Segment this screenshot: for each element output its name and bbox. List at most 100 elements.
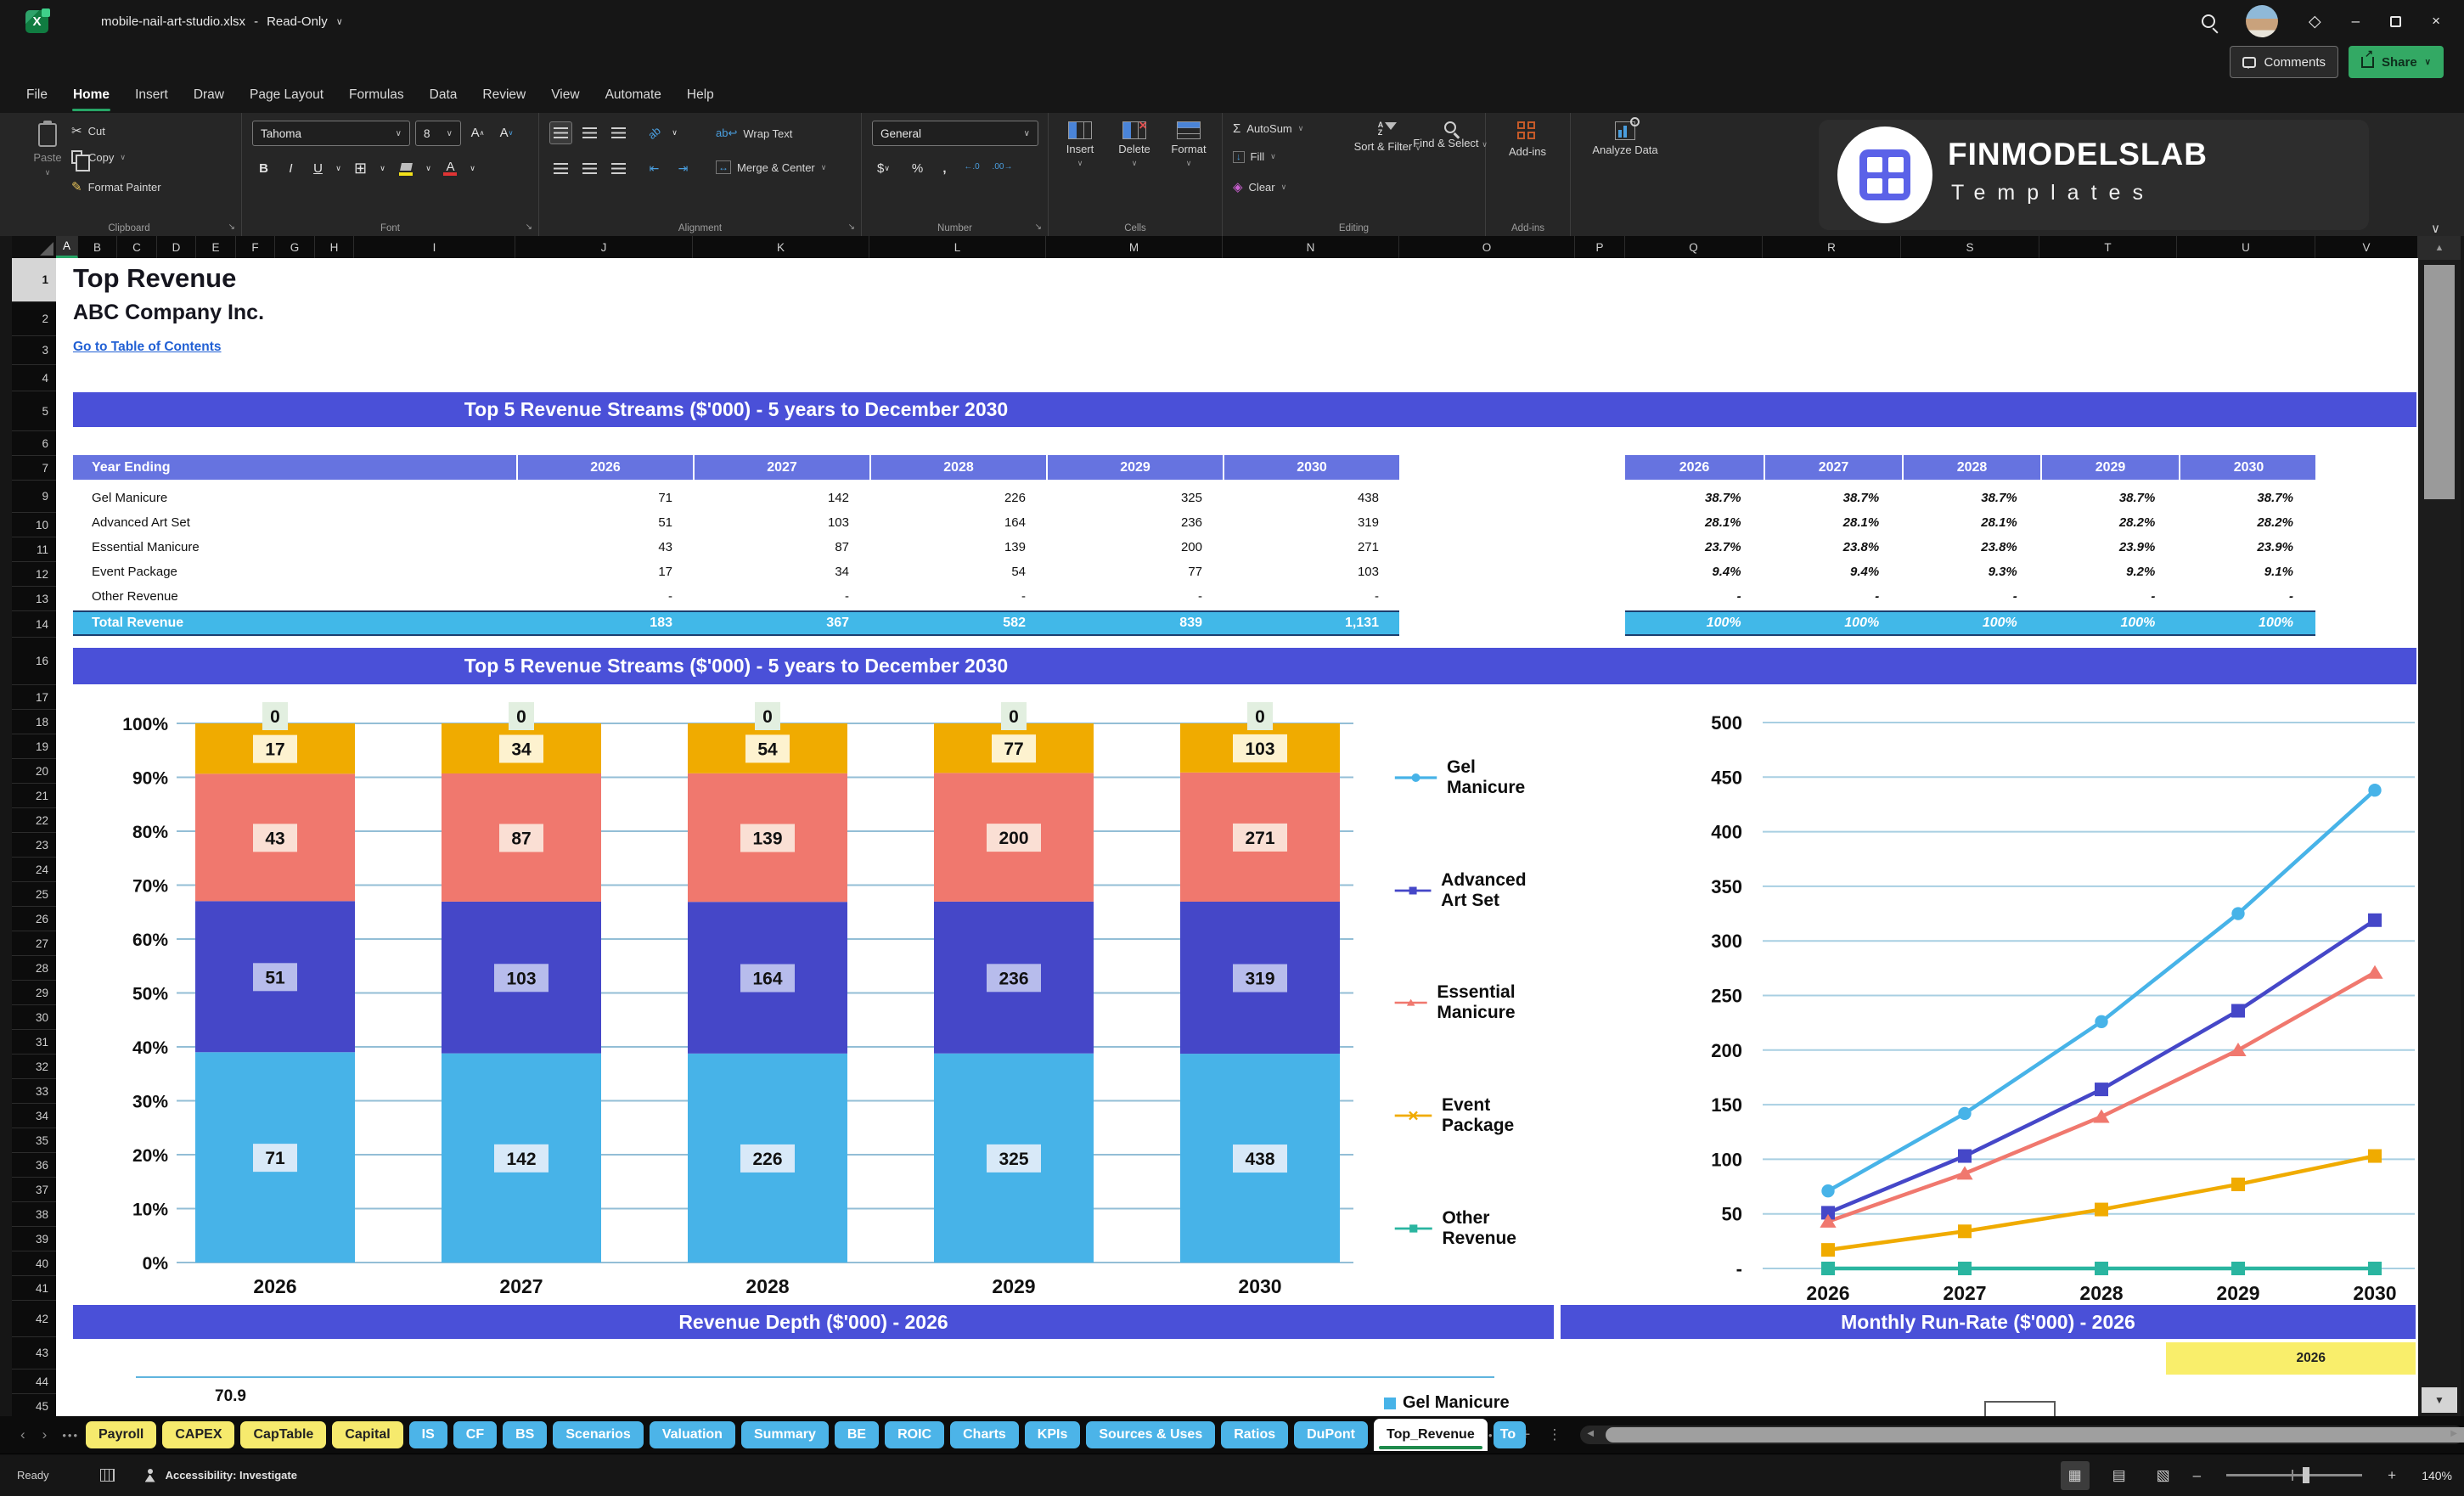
column-header-I[interactable]: I <box>354 236 515 258</box>
row-header-14[interactable]: 14 <box>12 611 56 638</box>
tab-bs[interactable]: BS <box>503 1421 548 1448</box>
font-family-select[interactable]: Tahoma ∨ <box>252 121 410 146</box>
row-header-40[interactable]: 40 <box>12 1251 56 1276</box>
avatar[interactable] <box>2245 5 2278 37</box>
tab-valuation[interactable]: Valuation <box>649 1421 735 1448</box>
sort-filter-button[interactable]: AZ Sort & Filter ∨ <box>1354 121 1421 155</box>
row-header-28[interactable]: 28 <box>12 956 56 981</box>
format-painter-button[interactable]: ✎ Format Painter <box>71 179 161 194</box>
row-header-36[interactable]: 36 <box>12 1153 56 1178</box>
column-header-K[interactable]: K <box>693 236 869 258</box>
column-header-T[interactable]: T <box>2039 236 2177 258</box>
tabs-more-left-icon[interactable]: ••• <box>55 1429 86 1442</box>
row-header-19[interactable]: 19 <box>12 734 56 759</box>
column-header-U[interactable]: U <box>2177 236 2315 258</box>
row-header-29[interactable]: 29 <box>12 981 56 1005</box>
row-header-22[interactable]: 22 <box>12 808 56 833</box>
number-dialog-launcher[interactable]: ↘ <box>1035 222 1042 232</box>
borders-button[interactable]: ⊞ <box>349 157 372 180</box>
tab-ratios[interactable]: Ratios <box>1221 1421 1289 1448</box>
row-header-3[interactable]: 3 <box>12 336 56 365</box>
align-bottom-icon[interactable] <box>607 121 630 144</box>
row-header-35[interactable]: 35 <box>12 1128 56 1153</box>
row-header-31[interactable]: 31 <box>12 1030 56 1055</box>
excel-app-icon[interactable]: X <box>25 8 50 33</box>
percent-button[interactable]: % <box>906 157 929 180</box>
font-color-chevron[interactable]: ∨ <box>461 157 484 180</box>
insert-cells-button[interactable]: Insert ∨ <box>1054 121 1106 168</box>
grow-font-button[interactable]: A ∧ <box>466 121 489 144</box>
horizontal-scrollbar[interactable]: ◀ ▶ <box>1580 1426 2464 1444</box>
font-size-select[interactable]: 8 ∨ <box>415 121 461 146</box>
sheet-area[interactable]: Top Revenue ABC Company Inc. Go to Table… <box>56 258 2418 1416</box>
delete-cells-button[interactable]: Delete ∨ <box>1108 117 1161 168</box>
legend-entry-essential-manicure[interactable]: Essential Manicure <box>1394 982 1536 1023</box>
row-header-11[interactable]: 11 <box>12 537 56 562</box>
increase-decimal-button[interactable]: ←.0 <box>960 155 983 178</box>
font-dialog-launcher[interactable]: ↘ <box>526 222 532 232</box>
underline-options-chevron[interactable]: ∨ <box>327 157 350 180</box>
row-header-12[interactable]: 12 <box>12 562 56 587</box>
copy-button[interactable]: Copy ∨ <box>71 150 126 172</box>
row-header-21[interactable]: 21 <box>12 784 56 808</box>
wrap-text-button[interactable]: ab↩ Wrap Text <box>716 127 792 140</box>
fill-button[interactable]: ↓ Fill ∨ <box>1233 150 1276 163</box>
tab-top-revenue[interactable]: Top_Revenue <box>1374 1419 1488 1451</box>
column-header-O[interactable]: O <box>1399 236 1575 258</box>
tab-capex[interactable]: CAPEX <box>162 1421 235 1448</box>
tab-be[interactable]: BE <box>834 1421 880 1448</box>
column-header-L[interactable]: L <box>869 236 1046 258</box>
tabs-menu-icon[interactable]: ⋮ <box>1539 1426 1570 1443</box>
row-header-38[interactable]: 38 <box>12 1202 56 1227</box>
row-header-5[interactable]: 5 <box>12 391 56 431</box>
column-header-V[interactable]: V <box>2315 236 2418 258</box>
row-header-43[interactable]: 43 <box>12 1337 56 1369</box>
page-layout-view-icon[interactable]: ▤ <box>2105 1461 2134 1490</box>
tabs-scroll-right-icon[interactable]: › <box>34 1426 56 1443</box>
tab-sources-uses[interactable]: Sources & Uses <box>1086 1421 1216 1448</box>
row-header-17[interactable]: 17 <box>12 685 56 710</box>
tab-payroll[interactable]: Payroll <box>86 1421 157 1448</box>
column-header-M[interactable]: M <box>1046 236 1223 258</box>
menu-draw[interactable]: Draw <box>181 82 237 108</box>
menu-view[interactable]: View <box>538 82 592 108</box>
legend-entry-event-package[interactable]: Event Package <box>1394 1095 1530 1136</box>
clear-button[interactable]: ◈ Clear ∨ <box>1233 179 1286 194</box>
increase-indent-icon[interactable]: ⇥ <box>672 157 695 180</box>
column-header-E[interactable]: E <box>196 236 236 258</box>
align-top-icon[interactable] <box>549 121 572 144</box>
menu-home[interactable]: Home <box>60 82 122 111</box>
autosum-button[interactable]: Σ AutoSum ∨ <box>1233 121 1303 136</box>
find-select-button[interactable]: Find & Select ∨ <box>1413 121 1488 151</box>
tab-roic[interactable]: ROIC <box>885 1421 945 1448</box>
row-header-25[interactable]: 25 <box>12 882 56 907</box>
row-header-27[interactable]: 27 <box>12 931 56 956</box>
column-header-C[interactable]: C <box>117 236 157 258</box>
column-header-P[interactable]: P <box>1575 236 1625 258</box>
scroll-up-arrow[interactable]: ▲ <box>2418 236 2461 260</box>
zoom-slider-knob[interactable] <box>2302 1467 2309 1483</box>
number-format-select[interactable]: General ∨ <box>872 121 1038 146</box>
menu-insert[interactable]: Insert <box>122 82 181 108</box>
close-button[interactable]: × <box>2432 13 2440 30</box>
scroll-left-arrow[interactable]: ◀ <box>1587 1429 1594 1438</box>
column-header-D[interactable]: D <box>157 236 196 258</box>
row-header-6[interactable]: 6 <box>12 431 56 456</box>
scroll-right-arrow[interactable]: ▶ <box>2450 1429 2457 1438</box>
orientation-chevron[interactable]: ∨ <box>663 121 686 144</box>
analyze-data-button[interactable]: Analyze Data <box>1591 117 1659 156</box>
row-header-45[interactable]: 45 <box>12 1394 56 1416</box>
gem-icon[interactable]: ◇ <box>2309 12 2321 31</box>
legend-entry-other-revenue[interactable]: Other Revenue <box>1394 1208 1533 1249</box>
align-center-icon[interactable] <box>578 157 601 180</box>
tab-scenarios[interactable]: Scenarios <box>553 1421 644 1448</box>
column-header-A[interactable]: A <box>56 236 78 258</box>
fill-color-button[interactable] <box>395 155 418 178</box>
tab-cf[interactable]: CF <box>453 1421 498 1448</box>
row-header-32[interactable]: 32 <box>12 1055 56 1079</box>
maximize-button[interactable] <box>2390 15 2402 27</box>
column-header-F[interactable]: F <box>236 236 275 258</box>
row-header-44[interactable]: 44 <box>12 1369 56 1394</box>
menu-file[interactable]: File <box>14 82 60 108</box>
row-header-9[interactable]: 9 <box>12 481 56 513</box>
